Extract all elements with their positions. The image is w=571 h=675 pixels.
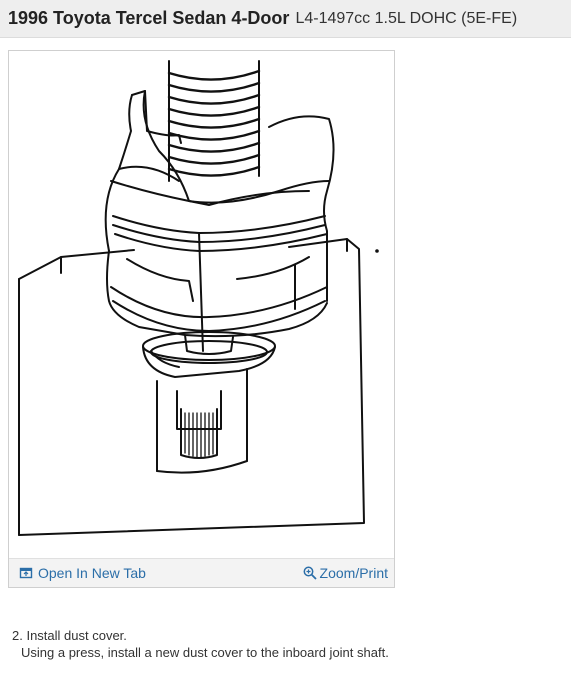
zoom-print-label: Zoom/Print [319, 565, 388, 581]
step-title: Install dust cover. [26, 628, 127, 643]
open-in-new-tab-link[interactable]: Open In New Tab [19, 565, 146, 581]
instructions: 2. Install dust cover. Using a press, in… [12, 627, 562, 661]
engine-subtitle: L4-1497cc 1.5L DOHC (5E-FE) [295, 9, 518, 27]
dust-cover-press-illustration [18, 60, 379, 536]
zoom-print-link[interactable]: Zoom/Print [303, 565, 388, 581]
step-detail: Using a press, install a new dust cover … [21, 645, 389, 660]
vehicle-title: 1996 Toyota Tercel Sedan 4-Door [8, 8, 290, 28]
figure-footer: Open In New Tab Zoom/Print [9, 558, 394, 587]
step-heading: 2. Install dust cover. [12, 627, 562, 644]
zoom-magnifier-icon [303, 566, 317, 580]
figure-card: Open In New Tab Zoom/Print [8, 50, 395, 588]
open-in-new-tab-label: Open In New Tab [38, 565, 146, 581]
step-number: 2. [12, 628, 23, 643]
open-in-new-tab-icon [19, 567, 33, 579]
page-header: 1996 Toyota Tercel Sedan 4-Door L4-1497c… [0, 0, 571, 38]
